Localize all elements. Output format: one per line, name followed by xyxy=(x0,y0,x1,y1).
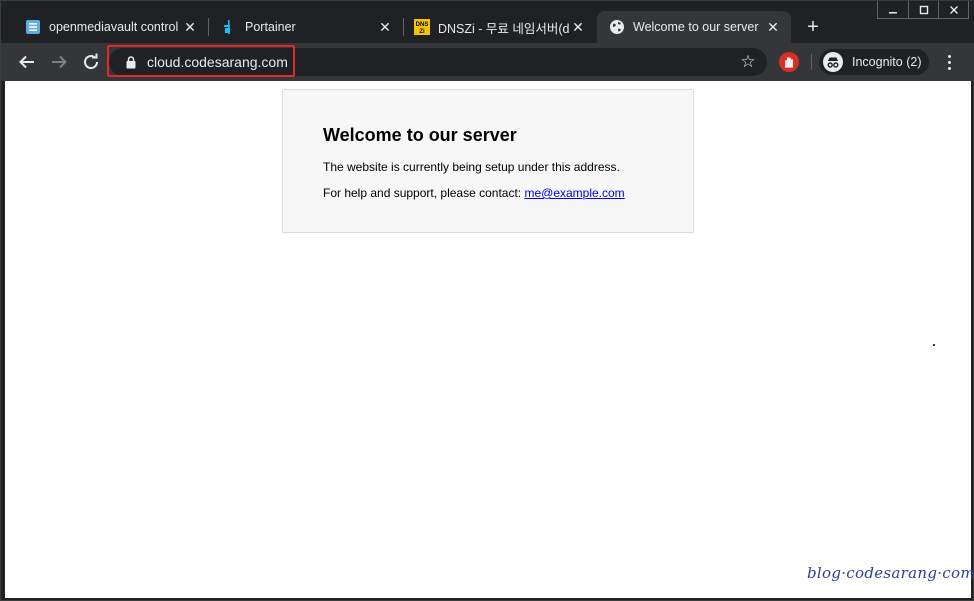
toolbar-separator xyxy=(811,54,812,70)
minimize-button[interactable] xyxy=(878,1,908,19)
stray-dot xyxy=(933,344,935,346)
reload-button[interactable] xyxy=(79,50,103,74)
close-window-icon xyxy=(949,6,958,14)
more-menu-icon[interactable] xyxy=(941,52,957,72)
openmediavault-icon xyxy=(25,19,41,35)
tab-portainer[interactable]: Portainer ✕ xyxy=(197,11,403,43)
dnszi-icon-text-top: DNS xyxy=(416,22,429,28)
tab-title: DNSZi - 무료 네임서버(d xyxy=(438,21,570,36)
forward-button[interactable] xyxy=(47,50,71,74)
maximize-icon xyxy=(919,5,928,15)
close-icon[interactable]: ✕ xyxy=(182,19,198,35)
bookmark-star-icon[interactable]: ☆ xyxy=(738,52,758,72)
page-viewport: Welcome to our server The website is cur… xyxy=(5,81,974,598)
plus-icon: + xyxy=(807,15,819,38)
setup-message: The website is currently being setup und… xyxy=(323,160,620,174)
browser-window: openmediavault control ✕ Portainer ✕ DNS… xyxy=(0,0,974,601)
dnszi-icon: DNS Zi xyxy=(414,19,430,35)
incognito-icon xyxy=(823,52,843,72)
url-text[interactable]: cloud.codesarang.com xyxy=(147,54,288,70)
extension-hand-icon[interactable] xyxy=(779,52,799,72)
new-tab-button[interactable]: + xyxy=(801,15,825,39)
tab-title: Portainer xyxy=(245,20,296,34)
back-button[interactable] xyxy=(15,50,39,74)
portainer-icon xyxy=(221,19,237,35)
minimize-icon xyxy=(889,12,897,14)
close-icon[interactable]: ✕ xyxy=(570,19,586,35)
back-arrow-icon xyxy=(19,55,34,69)
window-controls xyxy=(877,1,969,19)
tab-dnszi[interactable]: DNS Zi DNSZi - 무료 네임서버(d ✕ xyxy=(390,11,596,43)
page-heading: Welcome to our server xyxy=(323,125,517,145)
contact-prefix: For help and support, please contact: xyxy=(323,186,525,200)
tab-openmediavault[interactable]: openmediavault control ✕ xyxy=(1,11,208,43)
tab-welcome[interactable]: Welcome to our server ✕ xyxy=(597,11,791,43)
incognito-profile-button[interactable]: Incognito (2) xyxy=(819,49,929,75)
forward-arrow-icon xyxy=(52,55,67,69)
tab-strip: openmediavault control ✕ Portainer ✕ DNS… xyxy=(1,1,974,43)
globe-icon xyxy=(609,19,625,35)
maximize-button[interactable] xyxy=(908,1,938,19)
lock-icon[interactable] xyxy=(125,55,137,69)
incognito-label: Incognito (2) xyxy=(852,55,922,69)
toolbar: cloud.codesarang.com ☆ Incognito (2) xyxy=(1,43,974,81)
close-window-button[interactable] xyxy=(938,1,968,19)
reload-icon xyxy=(84,53,99,70)
close-icon[interactable]: ✕ xyxy=(765,19,781,35)
contact-email-link[interactable]: me@example.com xyxy=(524,186,624,200)
blog-watermark: blog·codesarang·com xyxy=(807,564,974,582)
tab-title: Welcome to our server xyxy=(633,20,759,34)
welcome-card: Welcome to our server The website is cur… xyxy=(282,89,694,233)
dnszi-icon-text-bottom: Zi xyxy=(419,29,425,35)
contact-line: For help and support, please contact: me… xyxy=(323,186,625,200)
tab-title: openmediavault control xyxy=(49,20,179,34)
